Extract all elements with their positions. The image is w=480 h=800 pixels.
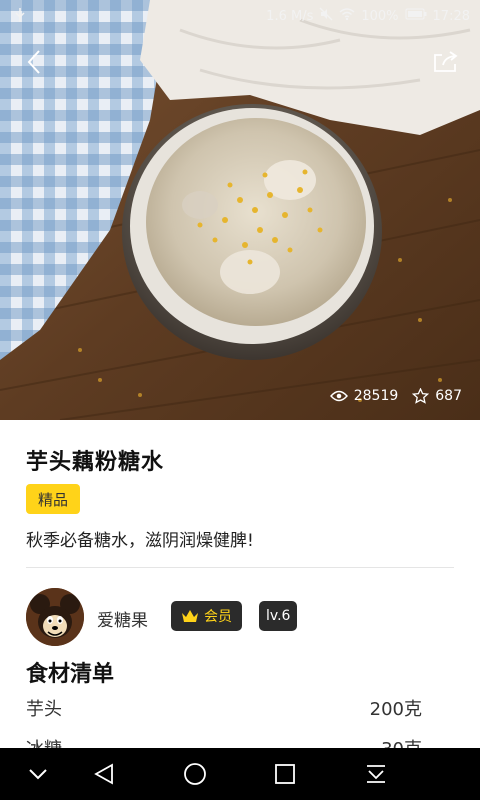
- pull-down-icon: [367, 765, 385, 783]
- premium-badge: 精品: [26, 484, 81, 514]
- triangle-back-icon: [94, 763, 113, 785]
- views-stat: 28519: [329, 388, 399, 404]
- ingredients-title: 食材清单: [26, 662, 115, 687]
- nav-back-button[interactable]: [90, 760, 118, 788]
- usb-icon: [14, 7, 26, 27]
- views-count: 28519: [353, 388, 399, 404]
- ingredient-row: 芋头 200克: [26, 692, 422, 724]
- battery-percent: 100%: [361, 8, 399, 24]
- system-nav-bar: [0, 748, 480, 800]
- crown-icon: [182, 610, 198, 622]
- nav-notification-button[interactable]: [362, 760, 390, 788]
- square-recents-icon: [275, 764, 295, 784]
- clock: 17:28: [432, 8, 470, 24]
- chevron-left-icon: [27, 50, 40, 74]
- vip-badge: 会员: [171, 601, 242, 631]
- chevron-down-icon: [29, 769, 47, 780]
- favorites-count: 687: [435, 388, 462, 404]
- status-bar: 1.6 M/s 100% 17:28: [0, 0, 480, 32]
- share-button[interactable]: [428, 44, 464, 80]
- recipe-description: 秋季必备糖水，滋阴润燥健脾!: [26, 531, 254, 551]
- level-badge: lv.6: [259, 601, 298, 631]
- network-speed: 1.6 M/s: [266, 8, 314, 24]
- vip-label: 会员: [204, 609, 232, 625]
- recipe-photo: [0, 0, 480, 420]
- recipe-title: 芋头藕粉糖水: [26, 450, 165, 475]
- mute-icon: [319, 7, 333, 25]
- wifi-icon: [339, 7, 355, 25]
- mickey-avatar-icon: [26, 588, 84, 646]
- battery-icon: [405, 8, 427, 24]
- back-button[interactable]: [16, 44, 52, 80]
- avatar[interactable]: [26, 588, 84, 646]
- ingredient-name: 芋头: [26, 699, 62, 720]
- star-icon: [412, 388, 430, 404]
- eye-icon: [329, 390, 348, 402]
- nav-home-button[interactable]: [181, 760, 209, 788]
- favorites-stat: 687: [412, 388, 462, 404]
- author-name[interactable]: 爱糖果: [97, 606, 148, 631]
- divider: [26, 567, 454, 568]
- recipe-stats: 28519 687: [329, 388, 462, 404]
- nav-recents-button[interactable]: [271, 760, 299, 788]
- share-icon: [434, 51, 458, 72]
- ingredient-amount: 200克: [369, 699, 422, 720]
- hero-image: 1.6 M/s 100% 17:28 28519 687: [0, 0, 480, 420]
- circle-home-icon: [184, 763, 206, 785]
- hide-nav-button[interactable]: [24, 760, 52, 788]
